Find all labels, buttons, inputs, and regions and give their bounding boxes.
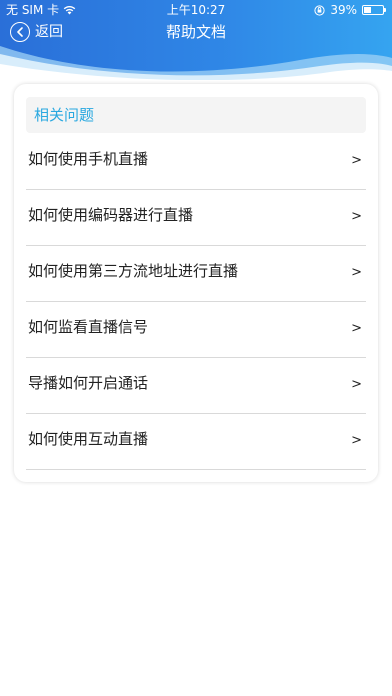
related-questions-card: 相关问题 如何使用手机直播 > 如何使用编码器进行直播 > 如何使用第三方流地址… — [14, 84, 378, 482]
orientation-lock-icon — [314, 4, 325, 16]
battery-level — [364, 7, 372, 13]
list-item[interactable]: 如何使用第三方流地址进行直播 > — [26, 246, 366, 302]
list-item-label: 如何使用手机直播 — [28, 150, 149, 168]
status-right: 39% — [314, 0, 386, 20]
wave-decoration — [0, 46, 392, 80]
list-item-label: 导播如何开启通话 — [28, 374, 149, 392]
status-bar: 无 SIM 卡 上午10:27 39% — [0, 0, 392, 20]
battery-percent: 39% — [330, 3, 357, 17]
chevron-right-icon: > — [351, 433, 362, 448]
list-item-label: 如何使用第三方流地址进行直播 — [28, 262, 239, 280]
card-header: 相关问题 — [26, 97, 366, 133]
page-title: 帮助文档 — [165, 23, 226, 41]
chevron-right-icon: > — [351, 321, 362, 336]
chevron-right-icon: > — [351, 265, 362, 280]
battery-icon — [362, 5, 386, 15]
list-item-label: 如何监看直播信号 — [28, 318, 149, 336]
list-item[interactable]: 导播如何开启通话 > — [26, 358, 366, 414]
list-item[interactable]: 如何使用编码器进行直播 > — [26, 190, 366, 246]
card-title: 相关问题 — [34, 106, 95, 124]
list-item[interactable]: 如何使用手机直播 > — [26, 134, 366, 190]
nav-bar: 返回 帮助文档 — [0, 20, 392, 46]
question-list: 如何使用手机直播 > 如何使用编码器进行直播 > 如何使用第三方流地址进行直播 … — [26, 134, 366, 470]
header-background: 无 SIM 卡 上午10:27 39% 返回 帮助文档 — [0, 0, 392, 80]
list-item[interactable]: 如何监看直播信号 > — [26, 302, 366, 358]
list-item-label: 如何使用编码器进行直播 — [28, 206, 194, 224]
list-item[interactable]: 如何使用互动直播 > — [26, 414, 366, 470]
chevron-right-icon: > — [351, 209, 362, 224]
list-item-label: 如何使用互动直播 — [28, 430, 149, 448]
chevron-right-icon: > — [351, 377, 362, 392]
chevron-right-icon: > — [351, 153, 362, 168]
